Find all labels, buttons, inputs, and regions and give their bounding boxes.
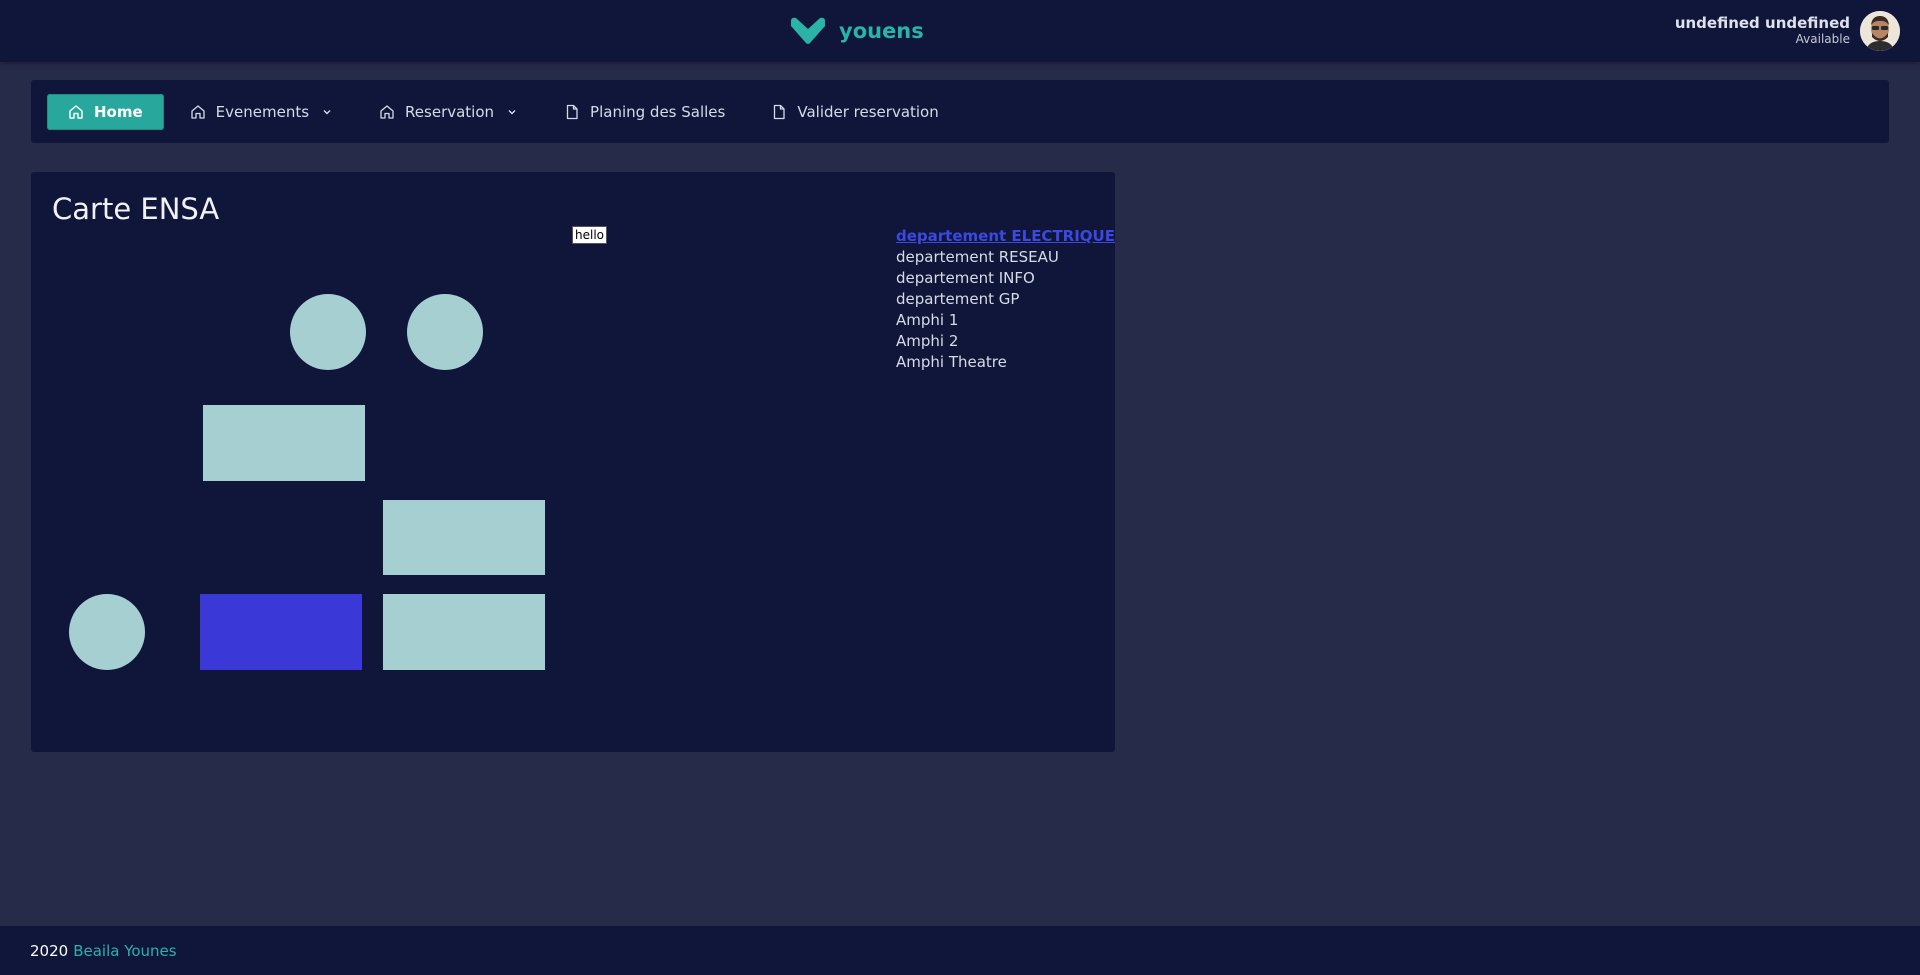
nav-valider-reservation[interactable]: Valider reservation <box>751 94 958 130</box>
list-item-amphi-theatre[interactable]: Amphi Theatre <box>896 352 1115 373</box>
home-icon <box>380 104 394 119</box>
departement-electrique-shape[interactable] <box>200 594 362 670</box>
footer-year: 2020 <box>30 941 69 960</box>
nav-home[interactable]: Home <box>47 93 164 130</box>
main-nav: Home Evenements Reservation Planing des … <box>31 80 1889 143</box>
brand[interactable]: youens <box>789 16 924 46</box>
file-icon <box>566 104 578 119</box>
chevron-down-icon <box>508 109 516 114</box>
home-icon <box>191 104 205 119</box>
list-item-departement-reseau[interactable]: departement RESEAU <box>896 247 1115 268</box>
nav-planing-des-salles[interactable]: Planing des Salles <box>544 94 745 130</box>
file-icon <box>774 104 786 119</box>
brand-name: youens <box>839 19 924 43</box>
list-item-amphi-1[interactable]: Amphi 1 <box>896 310 1115 331</box>
user-status: Available <box>1795 31 1850 46</box>
avatar[interactable] <box>1860 11 1900 51</box>
footer-author-link[interactable]: Beaila Younes <box>73 942 176 960</box>
nav-planing-label: Planing des Salles <box>590 102 726 121</box>
amphi-theatre-shape[interactable] <box>69 594 145 670</box>
v-logo-icon <box>791 17 825 44</box>
amphi-2-shape[interactable] <box>407 294 483 370</box>
amphi-1-shape[interactable] <box>290 294 366 370</box>
user-info: undefined undefined Available <box>1675 15 1850 46</box>
list-item-departement-gp[interactable]: departement GP <box>896 289 1115 310</box>
departement-info-shape[interactable] <box>383 500 545 575</box>
nav-evenements[interactable]: Evenements <box>170 94 353 130</box>
nav-valider-label: Valider reservation <box>797 102 939 121</box>
page-title: Carte ENSA <box>52 192 220 226</box>
user-menu[interactable]: undefined undefined Available <box>1675 10 1900 52</box>
list-item-amphi-2[interactable]: Amphi 2 <box>896 331 1115 352</box>
nav-reservation-label: Reservation <box>405 102 495 121</box>
top-bar: youens undefined undefined Available <box>0 0 1920 62</box>
list-item-departement-electrique[interactable]: departement ELECTRIQUE <box>896 226 1115 247</box>
home-icon <box>69 104 83 119</box>
nav-home-label: Home <box>94 102 143 121</box>
list-item-departement-info[interactable]: departement INFO <box>896 268 1115 289</box>
departement-gp-shape[interactable] <box>383 594 545 670</box>
footer: 2020 Beaila Younes <box>0 926 1920 975</box>
map-card: Carte ENSA hello departement ELECTRIQUE … <box>31 172 1115 752</box>
departement-reseau-shape[interactable] <box>203 405 365 481</box>
map-tooltip: hello <box>572 226 607 244</box>
nav-reservation[interactable]: Reservation <box>359 94 538 130</box>
department-list: departement ELECTRIQUE departement RESEA… <box>896 226 1115 373</box>
nav-evenements-label: Evenements <box>215 102 310 121</box>
user-name: undefined undefined <box>1674 14 1850 33</box>
chevron-down-icon <box>323 109 331 114</box>
